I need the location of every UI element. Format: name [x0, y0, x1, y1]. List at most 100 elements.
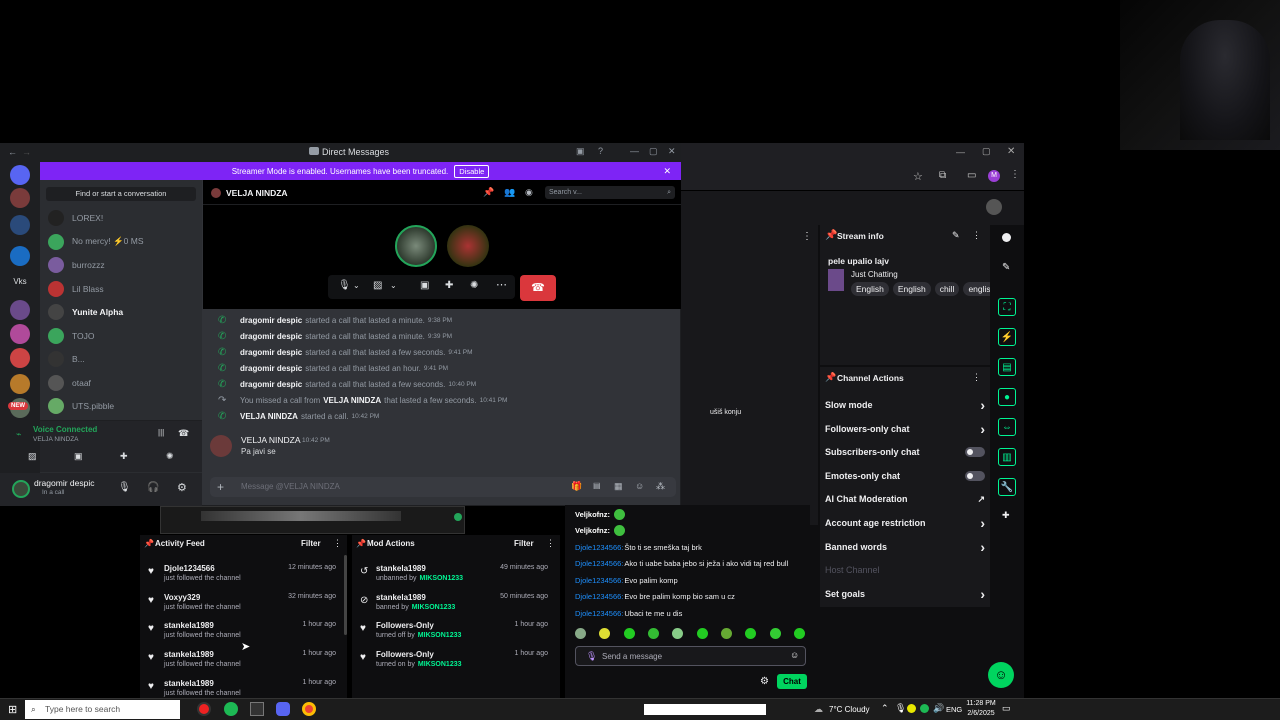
stream-tag[interactable]: englis [963, 282, 991, 296]
dm-item[interactable]: LOREX! [48, 208, 198, 228]
channel-action-row[interactable]: Account age restriction › [825, 515, 985, 531]
toggle-switch[interactable] [965, 470, 985, 481]
raid-icon[interactable]: ⚡ [998, 328, 1016, 346]
chat-username[interactable]: Djole1234566: [575, 559, 623, 568]
emote-icon[interactable] [647, 628, 659, 639]
more-icon[interactable]: ⋮ [972, 230, 981, 241]
server-icon[interactable] [10, 374, 30, 394]
chat-message[interactable]: Djole1234566: Što ti se smeška taj brk [575, 540, 702, 554]
emote-icon[interactable] [599, 628, 611, 639]
mod-action-item[interactable]: ⊘ stankela1989 banned by MIKSON1233 50 minut… [354, 591, 554, 619]
message-input[interactable]: Message @VELJA NINDZA [241, 482, 340, 491]
search-input[interactable]: Search v... ⌕ [545, 186, 675, 199]
channel-action-row[interactable]: Followers-only chat › [825, 421, 985, 437]
tray-chevron-icon[interactable]: ⌃ [881, 703, 889, 714]
channel-action-row[interactable]: Banned words › [825, 539, 985, 555]
close-icon[interactable]: ✕ [1007, 146, 1015, 157]
caller-name[interactable]: dragomir despic [240, 332, 302, 341]
tray-spotify-icon[interactable] [920, 704, 929, 713]
emote-icon[interactable] [672, 628, 684, 639]
caller-name[interactable]: VELJA NINDZA [323, 396, 381, 405]
filter-button[interactable]: Filter [514, 539, 534, 548]
dm-item[interactable]: TOJO [48, 326, 198, 346]
camera-off-icon[interactable]: ▨ [373, 280, 382, 291]
close-icon[interactable]: ✕ [668, 146, 676, 157]
avatar[interactable] [210, 435, 232, 457]
channel-action-row[interactable]: Set goals › [825, 586, 985, 602]
server-icon[interactable] [10, 165, 30, 185]
moderator-name[interactable]: MIKSON1233 [419, 575, 463, 582]
server-icon[interactable] [10, 188, 30, 208]
caller-name[interactable]: dragomir despic [240, 380, 302, 389]
minimize-icon[interactable]: — [956, 147, 965, 157]
microphone-icon[interactable]: 🎙 [338, 280, 351, 291]
mod-action-item[interactable]: ♥ Followers-Only turned off by MIKSON1233 1 … [354, 619, 554, 647]
windows-start-icon[interactable]: ⊞ [8, 703, 17, 716]
mod-target[interactable]: stankela1989 [376, 564, 426, 573]
more-icon[interactable]: ⋮ [333, 538, 342, 549]
caller-name[interactable]: dragomir despic [240, 364, 302, 373]
mod-target[interactable]: stankela1989 [376, 593, 426, 602]
dm-item[interactable]: No mercy! ⚡0 MS [48, 232, 198, 252]
tray-microphone-icon[interactable]: 🎙 [895, 703, 906, 714]
add-action-icon[interactable]: ✚ [1002, 510, 1010, 521]
caller-name[interactable]: dragomir despic [240, 348, 302, 357]
taskbar-search-input[interactable]: ⌕ Type here to search [25, 700, 180, 719]
gift-icon[interactable]: 🎁 [571, 481, 582, 492]
more-icon[interactable]: ⋮ [546, 538, 555, 549]
chat-input[interactable]: Send a message [602, 652, 662, 661]
activities-icon[interactable]: ✚ [120, 451, 128, 462]
soundboard-icon[interactable]: ✺ [166, 451, 174, 462]
add-friend-icon[interactable]: 👥 [504, 187, 515, 198]
stream-tag[interactable]: English [892, 282, 931, 296]
channel-action-row[interactable]: Host Channel [825, 562, 985, 578]
weather-text[interactable]: 7°C Cloudy [829, 705, 870, 714]
notes-icon[interactable]: ▤ [998, 358, 1016, 376]
maximize-icon[interactable]: ▢ [982, 146, 991, 157]
emote-icon[interactable] [575, 628, 586, 639]
inbox-icon[interactable]: ▣ [576, 146, 585, 157]
chat-bubble-icon[interactable]: ● [998, 388, 1016, 406]
emote-icon[interactable] [793, 628, 805, 639]
tray-time[interactable]: 11:28 PM [966, 700, 996, 707]
chat-settings-icon[interactable]: ⚙ [760, 676, 769, 687]
activity-item[interactable]: ♥ Djole1234566 just followed the channel 12… [142, 562, 342, 590]
microphone-icon[interactable]: 🎙 [586, 651, 597, 662]
follower-name[interactable]: Djole1234566 [164, 564, 215, 573]
channel-action-row[interactable]: Emotes-only chat [825, 468, 985, 484]
follower-name[interactable]: stankela1989 [164, 650, 214, 659]
category-name[interactable]: Just Chatting [851, 270, 898, 279]
mod-action-item[interactable]: ↺ stankela1989 unbanned by MIKSON1233 49 min… [354, 562, 554, 590]
dm-item[interactable]: UTS.pibble [48, 396, 198, 416]
emote-icon[interactable] [769, 628, 781, 639]
moderator-name[interactable]: MIKSON1233 [412, 604, 456, 611]
mod-target[interactable]: Followers-Only [376, 621, 434, 630]
mod-target[interactable]: Followers-Only [376, 650, 434, 659]
disable-streamer-button[interactable]: Disable [454, 164, 490, 178]
noise-suppression-icon[interactable]: ||| [158, 428, 164, 437]
message-author[interactable]: VELJA NINDZA [241, 435, 301, 445]
help-bubble-icon[interactable]: ☺ [988, 662, 1014, 688]
chat-username[interactable]: Veljkofnz: [575, 526, 610, 535]
channel-action-row[interactable]: AI Chat Moderation ↗ [825, 491, 985, 507]
cast-icon[interactable]: ▭ [967, 170, 976, 181]
back-arrow-icon[interactable]: ← [8, 147, 17, 157]
menu-dots-icon[interactable]: ⋮ [1010, 169, 1020, 180]
follower-name[interactable]: stankela1989 [164, 679, 214, 688]
dm-item[interactable]: Yunite Alpha [48, 302, 198, 322]
screen-share-icon[interactable]: ▣ [420, 280, 429, 291]
microphone-icon[interactable]: 🎙 [118, 482, 131, 493]
poll-icon[interactable]: ▥ [998, 448, 1016, 466]
chat-username[interactable]: Djole1234566: [575, 592, 623, 601]
soundboard-icon[interactable]: ✺ [470, 280, 478, 291]
gif-icon[interactable]: ▤ [593, 481, 601, 490]
record-icon[interactable] [1002, 233, 1011, 242]
pencil-icon[interactable]: ✎ [1002, 262, 1010, 273]
user-avatar[interactable] [986, 199, 1002, 215]
profile-icon[interactable]: ◉ [525, 187, 533, 198]
caller-name[interactable]: VELJA NINDZA [240, 412, 298, 421]
chat-username[interactable]: Djole1234566: [575, 543, 623, 552]
emote-picker-icon[interactable]: ☺ [790, 650, 799, 660]
chat-message[interactable]: Veljkofnz: [575, 524, 626, 538]
forward-arrow-icon[interactable]: → [22, 147, 31, 157]
